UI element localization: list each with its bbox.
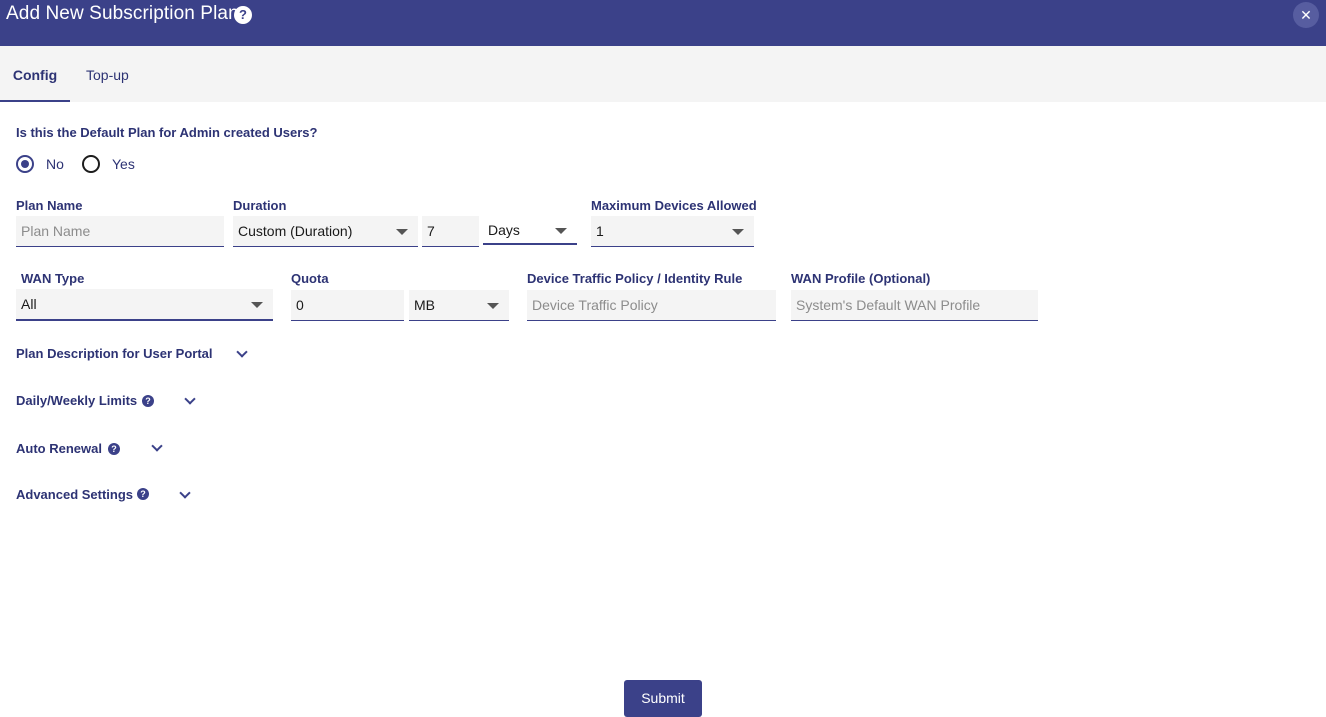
chevron-down-icon[interactable] (184, 393, 196, 405)
quota-unit-value: MB (414, 297, 435, 313)
wan-type-value: All (21, 296, 37, 312)
max-devices-value: 1 (596, 223, 604, 239)
question-circle-icon[interactable]: ? (137, 488, 149, 500)
caret-down-icon (396, 229, 408, 235)
tab-bar: Config Top-up (0, 46, 1326, 102)
radio-yes-label: Yes (112, 156, 135, 172)
default-plan-question: Is this the Default Plan for Admin creat… (16, 125, 318, 140)
radio-no[interactable] (16, 155, 34, 173)
chevron-down-icon[interactable] (179, 487, 191, 499)
caret-down-icon (555, 228, 567, 234)
device-traffic-policy-input[interactable]: Device Traffic Policy (527, 290, 776, 321)
radio-no-label: No (46, 156, 64, 172)
question-circle-icon[interactable]: ? (142, 395, 154, 407)
dialog-title: Add New Subscription Plan (6, 3, 239, 24)
plan-name-label: Plan Name (16, 198, 83, 213)
wan-type-label: WAN Type (21, 271, 85, 286)
duration-label: Duration (233, 198, 287, 213)
quota-unit-select[interactable]: MB (409, 290, 509, 321)
question-circle-icon[interactable]: ? (234, 6, 252, 24)
tab-config[interactable]: Config (0, 46, 70, 102)
section-daily-weekly-limits[interactable]: Daily/Weekly Limits (16, 393, 137, 408)
caret-down-icon (487, 303, 499, 309)
radio-yes[interactable] (82, 155, 100, 173)
caret-down-icon (732, 229, 744, 235)
question-circle-icon[interactable]: ? (108, 443, 120, 455)
wan-profile-input[interactable]: System's Default WAN Profile (791, 290, 1038, 321)
submit-button[interactable]: Submit (624, 680, 702, 717)
chevron-down-icon[interactable] (236, 346, 248, 358)
max-devices-label: Maximum Devices Allowed (591, 198, 757, 213)
device-traffic-policy-label: Device Traffic Policy / Identity Rule (527, 271, 743, 286)
duration-type-select[interactable]: Custom (Duration) (233, 216, 418, 247)
wan-type-select[interactable]: All (16, 289, 273, 321)
duration-unit-value: Days (488, 222, 520, 238)
section-auto-renewal[interactable]: Auto Renewal (16, 441, 102, 456)
close-icon[interactable]: ✕ (1293, 2, 1319, 28)
duration-unit-select[interactable]: Days (483, 214, 577, 245)
quota-input[interactable]: 0 (291, 290, 404, 321)
section-advanced-settings[interactable]: Advanced Settings (16, 487, 133, 502)
quota-label: Quota (291, 271, 329, 286)
chevron-down-icon[interactable] (151, 440, 163, 452)
wan-profile-label: WAN Profile (Optional) (791, 271, 931, 286)
duration-amount-input[interactable]: 7 (422, 216, 479, 247)
dialog-header: Add New Subscription Plan ? ✕ (0, 0, 1326, 46)
section-plan-description[interactable]: Plan Description for User Portal (16, 346, 213, 361)
max-devices-select[interactable]: 1 (591, 216, 754, 247)
duration-type-value: Custom (Duration) (238, 223, 353, 239)
tab-top-up[interactable]: Top-up (86, 46, 129, 102)
caret-down-icon (251, 302, 263, 308)
plan-name-input[interactable]: Plan Name (16, 216, 224, 247)
